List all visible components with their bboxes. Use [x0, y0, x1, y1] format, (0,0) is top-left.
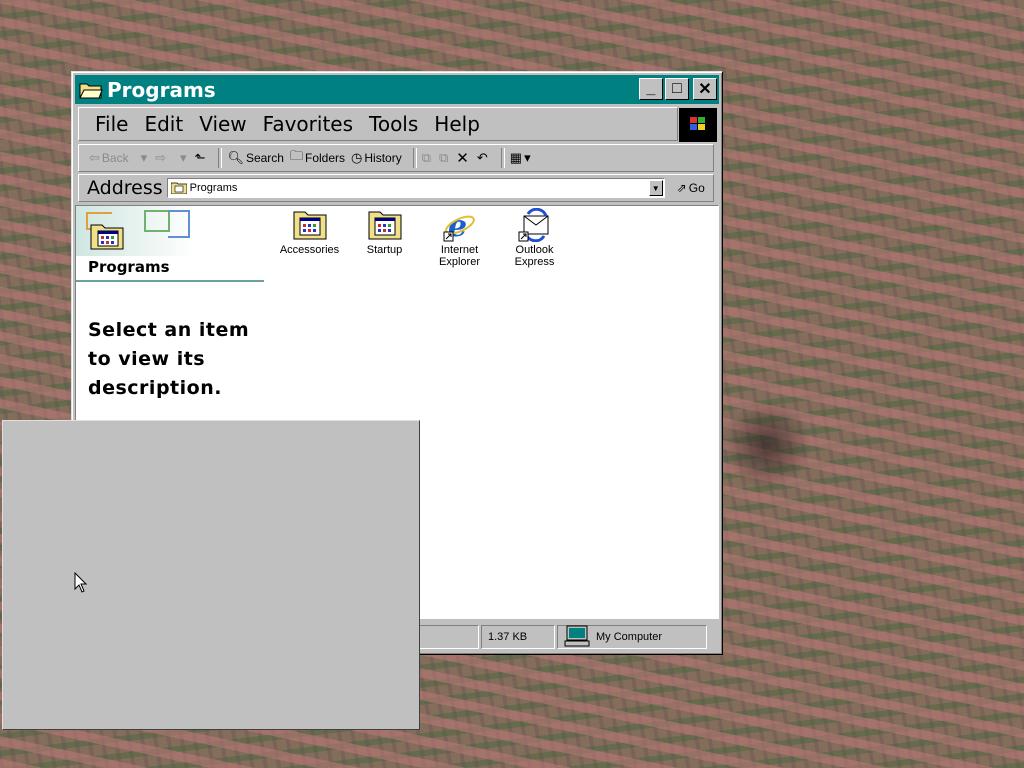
program-folder-icon	[170, 182, 188, 195]
status-zone: My Computer	[557, 625, 707, 649]
search-icon: 🔍︎	[227, 150, 244, 165]
pane-title: Programs	[88, 258, 170, 276]
undo-icon: ↶	[476, 150, 488, 165]
delete-button[interactable]: ✕	[456, 149, 471, 167]
item-label: Startup	[366, 244, 403, 256]
move-to-icon: ⧉	[421, 150, 431, 165]
mouse-pointer-icon	[74, 571, 88, 594]
close-button[interactable]: ✕	[693, 78, 717, 100]
list-item[interactable]: e Internet Explorer	[422, 208, 497, 268]
back-dropdown-icon[interactable]: ▾	[141, 150, 148, 166]
views-icon: ▦	[509, 150, 523, 165]
desktop-pattern-blot	[722, 400, 812, 490]
menu-tools[interactable]: Tools	[361, 112, 426, 136]
minimize-icon: _	[646, 80, 656, 97]
menu-view[interactable]: View	[191, 112, 254, 136]
status-size: 1.37 KB	[481, 625, 555, 649]
blank-gray-panel	[2, 420, 420, 730]
windows-logo-icon	[679, 108, 717, 142]
status-zone-label: My Computer	[596, 631, 663, 643]
back-button[interactable]: ⇦ Back ▾	[89, 150, 149, 166]
menu-bar: File Edit View Favorites Tools Help	[78, 107, 678, 141]
move-to-button[interactable]: ⧉	[422, 150, 433, 166]
list-item[interactable]: Accessories	[272, 208, 347, 268]
folders-icon: 🗀	[289, 148, 303, 163]
menu-help[interactable]: Help	[426, 112, 488, 136]
item-label: Accessories	[279, 244, 340, 256]
standard-toolbar: ⇦ Back ▾ ⇨ ▾ ⬑ 🔍︎ Search 🗀 Folders ◷ His…	[78, 144, 714, 172]
address-bar: Address Programs ▼ ⇗ Go	[78, 174, 714, 202]
search-label: Search	[245, 151, 284, 165]
program-folder-icon	[293, 208, 327, 242]
close-icon: ✕	[698, 81, 712, 98]
delete-icon: ✕	[456, 150, 469, 167]
up-folder-button[interactable]: ⬑	[195, 150, 208, 166]
toolbar-separator	[412, 148, 417, 168]
list-item[interactable]: Outlook Express	[497, 207, 572, 268]
search-button[interactable]: 🔍︎ Search	[227, 150, 284, 166]
toolbar-separator	[500, 148, 505, 168]
maximize-icon: □	[672, 80, 682, 97]
history-icon: ◷	[351, 150, 363, 165]
views-dropdown-icon[interactable]: ▾	[524, 150, 531, 166]
back-label: Back	[101, 151, 129, 165]
outlook-express-icon	[518, 207, 552, 243]
address-input[interactable]: Programs ▼	[166, 178, 665, 198]
copy-to-icon: ⧉	[439, 150, 449, 165]
history-label: History	[364, 151, 402, 165]
undo-button[interactable]: ↶	[477, 150, 490, 166]
back-arrow-icon: ⇦	[89, 150, 100, 165]
forward-button[interactable]: ⇨ ▾	[155, 150, 188, 166]
forward-dropdown-icon[interactable]: ▾	[180, 150, 187, 166]
list-item[interactable]: Startup	[347, 208, 422, 268]
pane-divider	[76, 280, 264, 282]
pane-description: Select an item to view its description.	[88, 319, 250, 399]
address-label: Address	[87, 177, 163, 199]
program-folder-icon	[368, 208, 402, 242]
open-folder-icon	[79, 81, 103, 99]
title-bar[interactable]: Programs _ □ ✕	[75, 75, 719, 104]
menu-file[interactable]: File	[87, 112, 136, 136]
forward-arrow-icon: ⇨	[155, 150, 167, 165]
folders-label: Folders	[305, 151, 346, 165]
history-button[interactable]: ◷ History	[351, 150, 402, 166]
program-folder-icon	[90, 222, 124, 250]
folders-button[interactable]: 🗀 Folders	[290, 147, 345, 169]
go-arrow-icon: ⇗	[676, 181, 687, 195]
item-label: Outlook Express	[514, 244, 555, 268]
item-label: Internet Explorer	[439, 244, 480, 268]
up-folder-icon: ⬑	[194, 150, 206, 165]
window-title: Programs	[107, 77, 216, 102]
go-label: Go	[688, 181, 705, 195]
go-button[interactable]: ⇗ Go	[677, 181, 705, 195]
toolbar-separator	[218, 148, 223, 168]
copy-to-button[interactable]: ⧉	[439, 150, 450, 166]
address-value: Programs	[189, 182, 238, 194]
menu-edit[interactable]: Edit	[136, 112, 191, 136]
minimize-button[interactable]: _	[639, 78, 663, 100]
menu-favorites[interactable]: Favorites	[255, 112, 361, 136]
views-button[interactable]: ▦ ▾	[510, 150, 533, 166]
file-icon-view: Accessories Startup e Internet Explorer …	[272, 207, 572, 268]
my-computer-icon	[564, 625, 590, 650]
address-dropdown-icon[interactable]: ▼	[648, 180, 663, 196]
maximize-button[interactable]: □	[665, 78, 689, 100]
internet-explorer-icon: e	[443, 208, 477, 244]
